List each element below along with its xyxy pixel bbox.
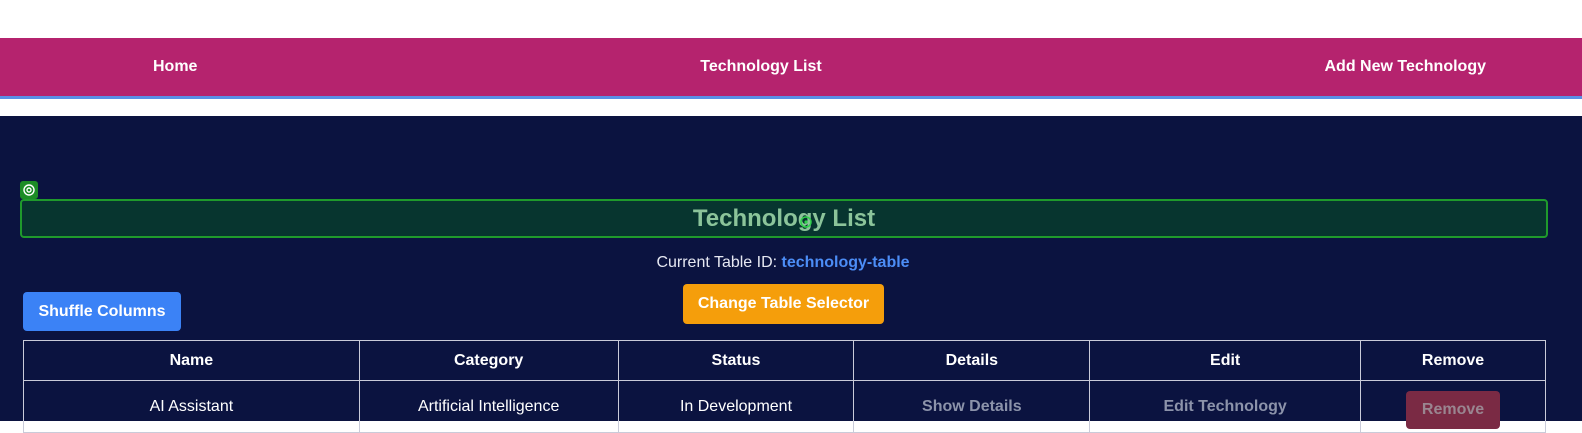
column-header-status: Status xyxy=(617,340,855,381)
main-content: Technology List Current Table ID: techno… xyxy=(0,116,1582,433)
cell-edit: Edit Technology xyxy=(1089,380,1362,433)
top-spacer xyxy=(0,0,1582,38)
navbar-gap xyxy=(0,99,1582,116)
nav-add-technology-link[interactable]: Add New Technology xyxy=(1325,58,1486,76)
table-id-value: technology-table xyxy=(781,254,910,271)
target-cursor-icon xyxy=(800,215,812,233)
nav-home-link[interactable]: Home xyxy=(153,58,197,76)
cell-remove: Remove xyxy=(1360,380,1546,433)
nav-technology-list-link[interactable]: Technology List xyxy=(700,58,821,76)
technology-table: Name Category Status Details Edit Remove… xyxy=(23,340,1546,433)
current-table-id: Current Table ID: technology-table xyxy=(0,254,1566,272)
remove-button[interactable]: Remove xyxy=(1406,390,1501,429)
column-header-category: Category xyxy=(358,340,619,381)
cell-status: In Development xyxy=(617,380,855,433)
cell-category: Artificial Intelligence xyxy=(358,380,619,433)
column-header-details: Details xyxy=(853,340,1091,381)
table-row: AI Assistant Artificial Intelligence In … xyxy=(23,380,1546,433)
show-details-button[interactable]: Show Details xyxy=(922,398,1022,416)
column-header-remove: Remove xyxy=(1360,340,1546,381)
column-header-name: Name xyxy=(23,340,360,381)
page-title: Technology List xyxy=(692,204,876,232)
main-navbar: Home Technology List Add New Technology xyxy=(0,38,1582,96)
shuffle-columns-button[interactable]: Shuffle Columns xyxy=(23,292,181,331)
cell-name: AI Assistant xyxy=(23,380,360,433)
edit-technology-button[interactable]: Edit Technology xyxy=(1164,398,1287,416)
target-icon xyxy=(20,181,38,199)
page-title-container: Technology List xyxy=(20,199,1548,238)
cell-details: Show Details xyxy=(853,380,1091,433)
table-id-label: Current Table ID: xyxy=(656,254,778,271)
table-header-row: Name Category Status Details Edit Remove xyxy=(23,340,1546,381)
column-header-edit: Edit xyxy=(1089,340,1362,381)
change-table-selector-button[interactable]: Change Table Selector xyxy=(683,284,884,324)
